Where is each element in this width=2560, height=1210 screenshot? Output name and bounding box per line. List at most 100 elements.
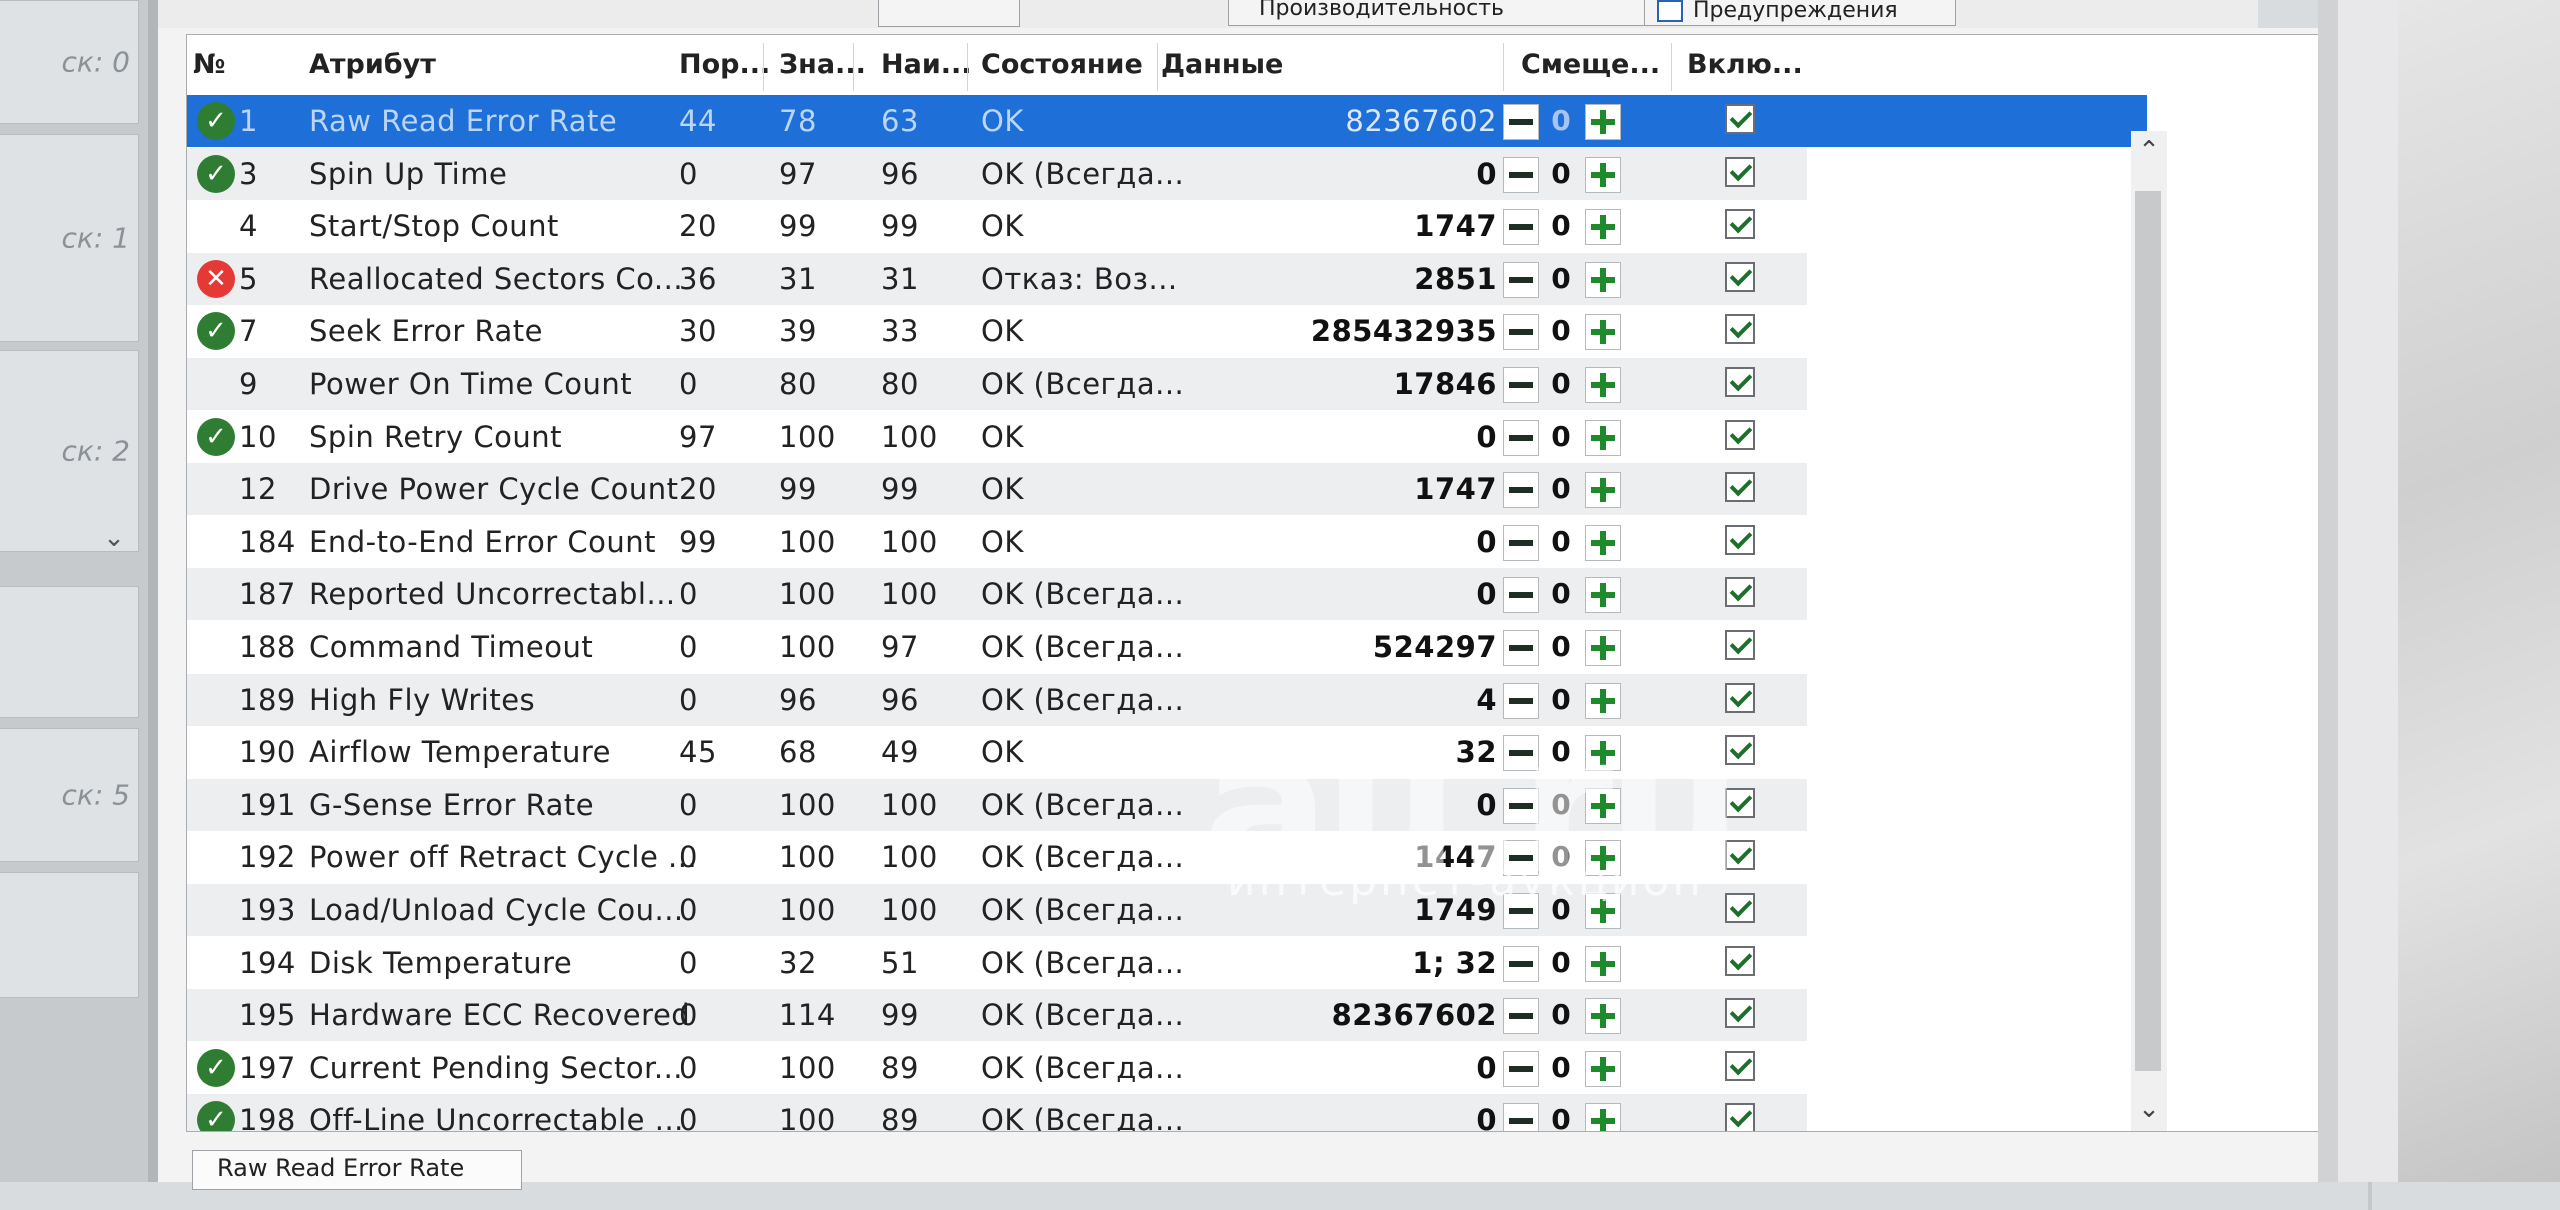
offset-minus-button[interactable] (1503, 577, 1539, 614)
threshold-cell: 97 (679, 419, 717, 454)
offset-minus-button[interactable] (1503, 419, 1539, 456)
scroll-up-icon[interactable]: ⌃ (2131, 131, 2167, 171)
table-row[interactable]: 195 Hardware ECC Recovered 0 114 99 OK (Всегд… (187, 989, 1807, 1042)
offset-minus-button[interactable] (1503, 156, 1539, 193)
offset-minus-button[interactable] (1503, 472, 1539, 509)
enabled-checkbox[interactable] (1725, 524, 1755, 555)
table-row[interactable]: 184 End-to-End Error Count 99 100 100 OK 0 0 (187, 516, 1807, 568)
enabled-checkbox[interactable] (1725, 630, 1755, 660)
table-row[interactable]: ✓ 197 Current Pending Sector... 0 100 89 OK (В… (187, 1042, 1807, 1094)
column-separator[interactable] (1503, 43, 1504, 91)
table-row[interactable]: ✓ 7 Seek Error Rate 30 39 33 OK 285432935 0 (187, 305, 1807, 357)
state-cell: Отказ: Воз... (981, 261, 1178, 296)
disk-label: ск: 2 (61, 434, 130, 468)
threshold-cell: 0 (679, 787, 698, 822)
disk-tile-6[interactable] (0, 872, 139, 998)
table-row[interactable]: ✕ 5 Reallocated Sectors Co... 36 31 31 Отказ: … (187, 252, 1807, 305)
enabled-checkbox[interactable] (1725, 156, 1755, 187)
offset-plus-button[interactable] (1585, 630, 1621, 666)
header-attribute[interactable]: Атрибут (309, 49, 436, 80)
enabled-checkbox[interactable] (1725, 1050, 1755, 1081)
enabled-checkbox[interactable] (1725, 577, 1755, 608)
bottom-attribute-tab[interactable]: Raw Read Error Rate (192, 1150, 522, 1190)
worst-cell: 33 (881, 314, 919, 349)
scroll-down-icon[interactable]: ⌄ (2131, 1089, 2167, 1129)
header-threshold[interactable]: Пор... (679, 49, 770, 80)
table-row[interactable]: ✓ 10 Spin Retry Count 97 100 100 OK 0 0 (187, 411, 1807, 463)
column-separator[interactable] (1157, 43, 1158, 91)
offset-minus-button[interactable] (1503, 1103, 1539, 1131)
offset-plus-button[interactable] (1585, 1050, 1621, 1087)
offset-minus-button[interactable] (1503, 367, 1539, 403)
enabled-checkbox[interactable] (1725, 945, 1755, 976)
offset-plus-button[interactable] (1585, 261, 1621, 298)
table-row[interactable]: 12 Drive Power Cycle Count 20 99 99 OK 1747 0 (187, 463, 1807, 516)
offset-minus-button[interactable] (1503, 104, 1539, 140)
enabled-checkbox[interactable] (1725, 314, 1755, 345)
enabled-checkbox[interactable] (1725, 261, 1755, 292)
disk-tile-0[interactable]: ск: 0 (0, 0, 139, 124)
offset-plus-button[interactable] (1585, 998, 1621, 1035)
header-data[interactable]: Данные (1161, 49, 1283, 80)
column-separator[interactable] (763, 43, 764, 91)
threshold-cell: 44 (679, 104, 717, 138)
header-offset[interactable]: Смеще... (1521, 49, 1660, 80)
header-worst[interactable]: Наи... (881, 49, 972, 80)
offset-plus-button[interactable] (1585, 314, 1621, 351)
table-scrollbar[interactable]: ⌃ ⌄ (2131, 131, 2167, 1131)
offset-minus-button[interactable] (1503, 998, 1539, 1035)
enabled-checkbox[interactable] (1725, 1103, 1755, 1131)
enabled-checkbox[interactable] (1725, 419, 1755, 450)
offset-plus-button[interactable] (1585, 577, 1621, 614)
offset-plus-button[interactable] (1585, 104, 1621, 140)
check-circle-icon: ✓ (197, 1101, 235, 1131)
toolbar-tab[interactable] (878, 0, 1020, 27)
enabled-checkbox[interactable] (1725, 472, 1755, 503)
worst-cell: 31 (881, 261, 919, 296)
offset-plus-button[interactable] (1585, 419, 1621, 456)
offset-minus-button[interactable] (1503, 524, 1539, 561)
disk-tile-3[interactable] (0, 586, 139, 718)
table-row[interactable]: 187 Reported Uncorrectabl... 0 100 100 OK (Вс… (187, 568, 1807, 621)
table-row[interactable]: 9 Power On Time Count 0 80 80 OK (Всегда... 17… (187, 358, 1807, 410)
offset-minus-button[interactable] (1503, 1050, 1539, 1087)
attribute-name: End-to-End Error Count (309, 524, 657, 559)
offset-plus-button[interactable] (1585, 209, 1621, 246)
header-state[interactable]: Состояние (981, 49, 1143, 80)
column-separator[interactable] (1671, 43, 1672, 91)
offset-plus-button[interactable] (1585, 156, 1621, 193)
offset-minus-button[interactable] (1503, 209, 1539, 246)
enabled-checkbox[interactable] (1725, 104, 1755, 134)
table-row[interactable]: 4 Start/Stop Count 20 99 99 OK 1747 0 (187, 200, 1807, 252)
table-row[interactable]: ✓ 3 Spin Up Time 0 97 96 OK (Всегда... 0 0 (187, 147, 1807, 200)
header-enabled[interactable]: Вклю... (1687, 49, 1803, 80)
offset-plus-button[interactable] (1585, 472, 1621, 509)
disk-tile-5[interactable]: ск: 5 (0, 728, 139, 862)
enabled-checkbox[interactable] (1725, 367, 1755, 397)
offset-plus-button[interactable] (1585, 1103, 1621, 1131)
toolbar-tab-warnings[interactable]: Предупреждения (1644, 0, 1956, 26)
value-cell: 100 (779, 419, 836, 454)
column-separator[interactable] (853, 43, 854, 91)
header-num[interactable]: № (193, 49, 225, 80)
table-row[interactable]: ✓ 198 Off-Line Uncorrectable ... 0 100 89 OK (… (187, 1094, 1807, 1131)
offset-minus-button[interactable] (1503, 261, 1539, 298)
enabled-checkbox[interactable] (1725, 209, 1755, 240)
offset-value: 0 (1551, 261, 1571, 295)
chevron-down-icon[interactable]: ⌄ (96, 520, 132, 556)
column-separator[interactable] (967, 43, 968, 91)
state-cell: OK (Всегда... (981, 893, 1185, 927)
offset-plus-button[interactable] (1585, 367, 1621, 403)
scroll-thumb[interactable] (2135, 191, 2161, 1071)
offset-plus-button[interactable] (1585, 945, 1621, 982)
table-row[interactable]: 188 Command Timeout 0 100 97 OK (Всегда... 524… (187, 621, 1807, 673)
offset-plus-button[interactable] (1585, 524, 1621, 561)
table-row[interactable]: 194 Disk Temperature 0 32 51 OK (Всегда... 1; … (187, 937, 1807, 989)
disk-tile-1[interactable]: ск: 1 (0, 134, 139, 342)
table-row[interactable]: ✓ 1 Raw Read Error Rate 44 78 63 OK 82367602 0 (187, 95, 2147, 147)
attribute-id: 195 (239, 998, 296, 1033)
offset-minus-button[interactable] (1503, 630, 1539, 666)
offset-minus-button[interactable] (1503, 314, 1539, 351)
offset-minus-button[interactable] (1503, 945, 1539, 982)
enabled-checkbox[interactable] (1725, 998, 1755, 1029)
